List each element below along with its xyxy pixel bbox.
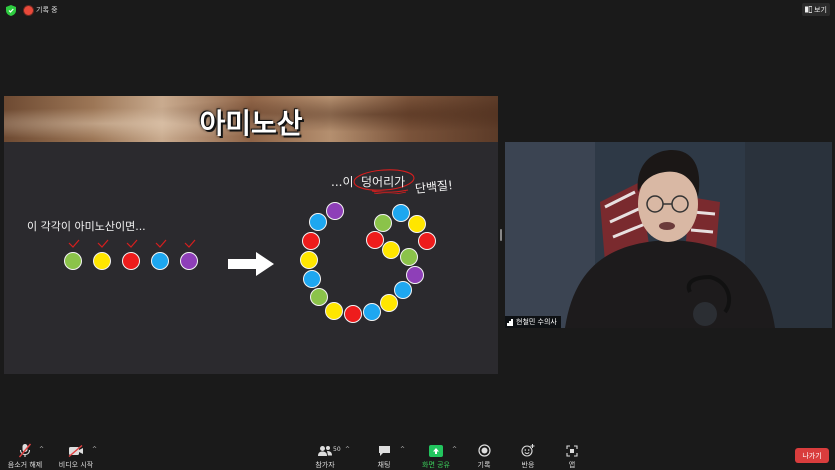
bead-red bbox=[344, 305, 362, 323]
share-screen-icon bbox=[429, 444, 443, 457]
bead-purple bbox=[180, 252, 198, 270]
bead-purple bbox=[406, 266, 424, 284]
participants-icon bbox=[318, 445, 332, 456]
view-label: 보기 bbox=[814, 5, 827, 14]
panel-resize-handle[interactable] bbox=[500, 229, 502, 241]
video-label: 비디오 시작 bbox=[58, 461, 94, 469]
reactions-label: 반응 bbox=[521, 461, 535, 469]
chat-options-caret[interactable]: ^ bbox=[400, 446, 405, 453]
check-mark-icon bbox=[68, 239, 80, 248]
check-mark-icon bbox=[155, 239, 167, 248]
apps-label: 앱 bbox=[568, 461, 576, 469]
mute-button[interactable]: 음소거 해제 bbox=[4, 440, 46, 470]
bead-green bbox=[64, 252, 82, 270]
recording-label: 기록 중 bbox=[36, 6, 58, 14]
bead-blue bbox=[363, 303, 381, 321]
bead-red bbox=[122, 252, 140, 270]
video-options-caret[interactable]: ^ bbox=[92, 446, 97, 453]
share-screen-button[interactable]: 화면 공유 bbox=[418, 440, 454, 470]
chat-label: 채팅 bbox=[377, 461, 391, 469]
bead-yellow bbox=[325, 302, 343, 320]
slide-caption: 이 각각이 아미노산이면... bbox=[27, 220, 146, 233]
leave-button[interactable]: 나가기 bbox=[795, 448, 829, 463]
view-button[interactable]: 보기 bbox=[802, 3, 830, 16]
record-icon bbox=[477, 444, 491, 457]
bead-red bbox=[302, 232, 320, 250]
chat-icon bbox=[378, 445, 390, 456]
participants-options-caret[interactable]: ^ bbox=[345, 446, 350, 453]
share-screen-label: 화면 공유 bbox=[422, 461, 450, 469]
bead-yellow bbox=[408, 215, 426, 233]
bead-yellow bbox=[93, 252, 111, 270]
mute-options-caret[interactable]: ^ bbox=[39, 446, 44, 453]
reactions-button[interactable]: 반응 bbox=[516, 440, 540, 470]
bead-blue bbox=[394, 281, 412, 299]
bead-yellow bbox=[300, 251, 318, 269]
check-mark-icon bbox=[184, 239, 196, 248]
bead-red bbox=[418, 232, 436, 250]
bead-green bbox=[374, 214, 392, 232]
participants-label: 참가자 bbox=[315, 461, 335, 469]
video-camera-off-icon bbox=[68, 444, 83, 457]
shield-icon[interactable] bbox=[6, 5, 16, 16]
participant-video[interactable]: 현철민 수의사 bbox=[505, 142, 832, 328]
bead-blue bbox=[151, 252, 169, 270]
bead-blue bbox=[303, 270, 321, 288]
share-options-caret[interactable]: ^ bbox=[452, 446, 457, 453]
bead-yellow bbox=[382, 241, 400, 259]
apps-icon bbox=[566, 444, 578, 457]
participant-name-tag: 현철민 수의사 bbox=[505, 316, 561, 328]
top-bar: 기록 중 보기 bbox=[0, 0, 835, 22]
participant-video-image bbox=[505, 142, 832, 328]
reactions-icon bbox=[521, 444, 535, 457]
video-button[interactable]: 비디오 시작 bbox=[56, 440, 96, 470]
check-mark-icon bbox=[126, 239, 138, 248]
slogan-prefix: ...이 bbox=[331, 175, 354, 189]
meeting-toolbar: 음소거 해제 ^ 비디오 시작 ^ 참가자 50 ^ 채팅 ^ 화면 공유 ^ … bbox=[0, 440, 835, 470]
mute-label: 음소거 해제 bbox=[7, 461, 43, 469]
microphone-muted-icon bbox=[18, 443, 32, 458]
bead-yellow bbox=[380, 294, 398, 312]
slogan-suffix: 단백질! bbox=[414, 178, 454, 196]
bead-green bbox=[400, 248, 418, 266]
check-mark-icon bbox=[97, 239, 109, 248]
bead-blue bbox=[392, 204, 410, 222]
record-button[interactable]: 기록 bbox=[472, 440, 496, 470]
slide-banner: 아미노산 bbox=[4, 96, 498, 142]
participant-name: 현철민 수의사 bbox=[516, 318, 557, 326]
view-icon bbox=[805, 6, 813, 13]
bead-purple bbox=[326, 202, 344, 220]
participants-button[interactable]: 참가자 bbox=[310, 440, 340, 470]
bead-blue bbox=[309, 213, 327, 231]
bead-green bbox=[310, 288, 328, 306]
signal-icon bbox=[507, 318, 513, 326]
recording-icon bbox=[24, 6, 33, 15]
arrow-right-icon bbox=[228, 252, 274, 276]
slogan-highlight: 덩어리가 bbox=[361, 175, 406, 189]
slide-title: 아미노산 bbox=[199, 107, 303, 140]
bead-red bbox=[366, 231, 384, 249]
participants-count: 50 bbox=[333, 446, 341, 453]
chat-button[interactable]: 채팅 bbox=[372, 440, 396, 470]
shared-screen: 아미노산 이 각각이 아미노산이면... ...이 덩어리가 단백질! bbox=[4, 96, 498, 374]
record-label: 기록 bbox=[477, 461, 491, 469]
apps-button[interactable]: 앱 bbox=[560, 440, 584, 470]
